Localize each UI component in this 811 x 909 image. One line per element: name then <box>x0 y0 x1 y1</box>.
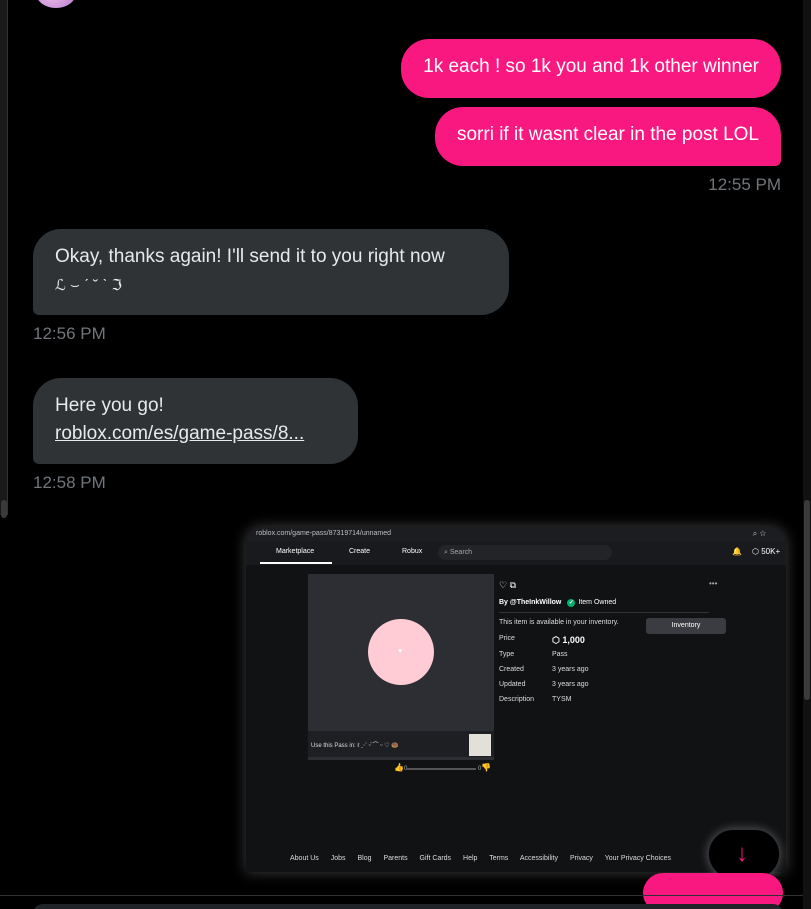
right-scrollbar-track[interactable] <box>803 0 811 909</box>
bell-icon: 🔔 <box>732 547 742 556</box>
message-text: Okay, thanks again! I'll send it to you … <box>55 246 445 267</box>
scroll-to-bottom-button[interactable]: ↓ <box>708 829 780 879</box>
nav-search: ⌕ Search <box>438 545 612 560</box>
sent-message[interactable]: sorri if it wasnt clear in the post LOL <box>434 107 781 166</box>
message-timestamp: 12:58 PM <box>33 473 106 492</box>
game-thumbnail <box>469 734 491 756</box>
divider <box>499 612 709 613</box>
message-timestamp: 12:55 PM <box>708 175 781 194</box>
composer-divider <box>0 895 803 896</box>
dislike-count: 0 <box>478 766 482 772</box>
nav-marketplace: Marketplace <box>276 548 315 555</box>
message-timestamp: 12:56 PM <box>33 324 106 343</box>
inventory-button: Inventory <box>646 618 726 634</box>
left-scrollbar-thumb[interactable] <box>1 500 7 518</box>
nav-active-underline <box>260 562 332 564</box>
browser-url: roblox.com/game-pass/87319714/unnamed <box>256 530 392 537</box>
robux-icon: ⬡ <box>552 635 560 645</box>
nav-create: Create <box>349 548 371 555</box>
message-composer[interactable] <box>33 904 783 909</box>
check-icon: ✓ <box>567 599 576 607</box>
browser-url-bar: roblox.com/game-pass/87319714/unnamed ⌕ … <box>246 527 786 541</box>
heart-icon: ♡ ⧉ <box>499 580 516 590</box>
attached-screenshot[interactable]: roblox.com/game-pass/87319714/unnamed ⌕ … <box>246 527 786 872</box>
sent-message[interactable]: 1k each ! so 1k you and 1k other winner <box>401 39 781 98</box>
received-message[interactable]: Okay, thanks again! I'll send it to you … <box>33 229 509 315</box>
browser-star-icon: ⌕ ☆ <box>752 529 766 538</box>
availability-text: This item is available in your inventory… <box>499 619 619 626</box>
roblox-footer: About Us Jobs Blog Parents Gift Cards He… <box>290 855 672 862</box>
item-creator: By @TheInkWillow ✓ Item Owned <box>499 599 617 607</box>
roblox-nav: Marketplace Create Robux ⌕ Search 🔔 ⬡ 50… <box>246 541 786 565</box>
arrow-down-icon: ↓ <box>736 840 748 867</box>
thumbs-down-icon: 0👎 <box>478 763 492 772</box>
avatar[interactable] <box>36 0 76 8</box>
right-scrollbar-thumb[interactable] <box>804 500 810 700</box>
use-pass-bar: Use this Pass in: ℓ ⋰ ᵕ̈ ⌒ ᵕ ♡ 🍩 <box>308 731 494 757</box>
nav-robux: Robux <box>402 548 423 555</box>
use-pass-text: Use this Pass in: ℓ ⋰ ᵕ̈ ⌒ ᵕ ♡ 🍩 <box>311 743 399 749</box>
message-text: Here you go! <box>55 395 164 416</box>
message-link[interactable]: roblox.com/es/game-pass/8... <box>55 420 336 448</box>
message-emoticon: ℒ ⌣ ˊ ˘ ˋ ℑ <box>55 277 122 294</box>
conversation-name <box>88 0 248 4</box>
vote-ratio-bar <box>406 768 476 770</box>
received-message[interactable]: Here you go! roblox.com/es/game-pass/8..… <box>33 378 358 464</box>
more-icon: ••• <box>709 579 718 588</box>
left-scrollbar-track[interactable] <box>0 0 8 515</box>
pass-image: ♥ <box>368 619 434 685</box>
robux-balance: ⬡ 50K+ <box>752 547 781 556</box>
